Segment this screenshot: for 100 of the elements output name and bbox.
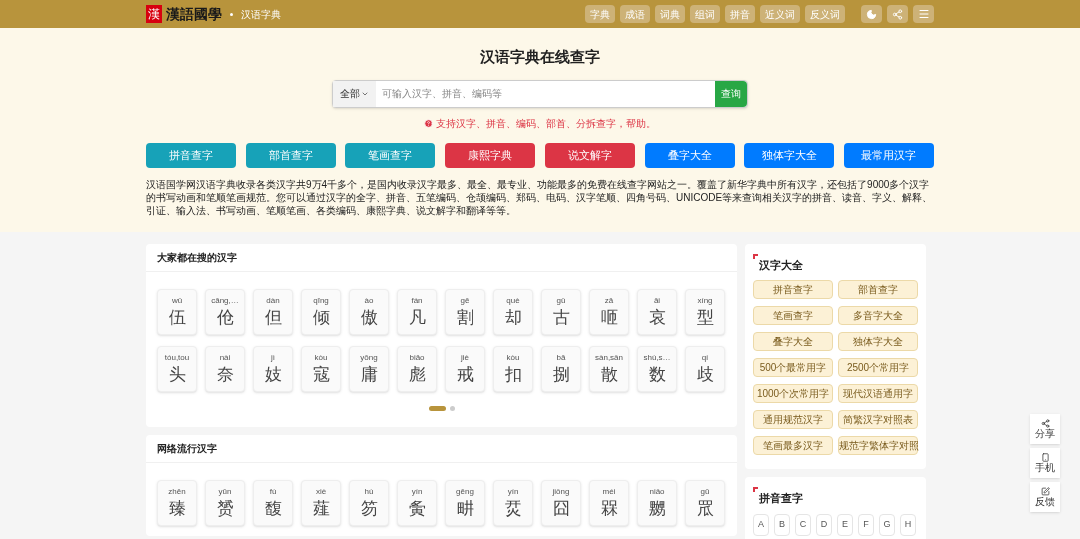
character-label: 臻	[168, 497, 186, 519]
character-tile[interactable]: tóu,tou 头	[157, 346, 197, 392]
share-button[interactable]	[887, 5, 908, 23]
character-label: 馥	[264, 497, 282, 519]
pinyin-label: yín	[411, 487, 423, 497]
sidebar-link[interactable]: 笔画查字	[753, 305, 833, 325]
character-tile[interactable]: xíng 型	[685, 289, 725, 335]
pinyin-label: āi	[653, 296, 661, 306]
character-tile[interactable]: gū 罛	[685, 480, 725, 526]
sidebar-link[interactable]: 规范字繁体字对照	[838, 435, 918, 455]
character-tile[interactable]: jiǒng 囧	[541, 480, 581, 526]
letter-button[interactable]: F	[858, 514, 874, 536]
pinyin-label: xíng	[697, 296, 713, 306]
pinyin-label: gēng	[456, 487, 474, 497]
character-tile[interactable]: yín 夤	[397, 480, 437, 526]
logo-mark[interactable]: 漢	[146, 5, 162, 23]
character-tile[interactable]: fù 馥	[253, 480, 293, 526]
character-tile[interactable]: qí 歧	[685, 346, 725, 392]
character-tile[interactable]: wǔ 伍	[157, 289, 197, 335]
character-tile[interactable]: bā 捌	[541, 346, 581, 392]
character-label: 伧	[216, 306, 234, 328]
character-label: 散	[600, 363, 618, 385]
sidebar-link[interactable]: 现代汉语通用字	[838, 383, 918, 403]
character-label: 扣	[504, 363, 522, 385]
category-button[interactable]: 叠字大全	[644, 142, 735, 168]
sidebar-link[interactable]: 叠字大全	[753, 331, 833, 351]
character-tile[interactable]: gǔ 古	[541, 289, 581, 335]
pinyin-label: méi	[602, 487, 616, 497]
character-tile[interactable]: zhēn 臻	[157, 480, 197, 526]
character-tile[interactable]: zā 咂	[589, 289, 629, 335]
character-label: 笏	[360, 497, 378, 519]
character-label: 寇	[312, 363, 330, 385]
character-tile[interactable]: qīng 倾	[301, 289, 341, 335]
sidebar-link[interactable]: 笔画最多汉字	[753, 435, 833, 455]
character-tile[interactable]: nài 奈	[205, 346, 245, 392]
side-tool-button[interactable]: 手机	[1030, 448, 1060, 478]
character-tile[interactable]: jì 妓	[253, 346, 293, 392]
character-tile[interactable]: dàn 但	[253, 289, 293, 335]
sidebar-link[interactable]: 部首查字	[838, 279, 918, 299]
search-field[interactable]: 全部 可输入汉字、拼音、编码等 查询	[332, 79, 748, 108]
letter-button[interactable]: D	[816, 514, 832, 536]
sidebar-link[interactable]: 简繁汉字对照表	[838, 409, 918, 429]
sidebar-link[interactable]: 拼音查字	[753, 279, 833, 299]
letter-button[interactable]: G	[879, 514, 895, 536]
pinyin-label: jì	[271, 353, 275, 363]
character-tile[interactable]: ào 傲	[349, 289, 389, 335]
scope-dropdown[interactable]: 全部	[333, 80, 376, 107]
letter-button[interactable]: E	[837, 514, 853, 536]
category-button[interactable]: 说文解字	[544, 142, 635, 168]
character-label: 囧	[552, 497, 570, 519]
pinyin-label: dàn	[266, 296, 280, 306]
character-tile[interactable]: gēng 畊	[445, 480, 485, 526]
letter-button[interactable]: A	[753, 514, 769, 536]
logo-text[interactable]: 漢語國學	[166, 3, 222, 25]
pinyin-label: kòu	[314, 353, 328, 363]
dark-mode-button[interactable]	[861, 5, 882, 23]
section-title: 网络流行汉字	[157, 442, 217, 456]
character-label: 嬲	[648, 497, 666, 519]
character-tile[interactable]: hù 笏	[349, 480, 389, 526]
sidebar-link[interactable]: 通用规范汉字	[753, 409, 833, 429]
character-tile[interactable]: niǎo 嬲	[637, 480, 677, 526]
character-tile[interactable]: yín 烎	[493, 480, 533, 526]
character-tile[interactable]: fán 凡	[397, 289, 437, 335]
sidebar-link[interactable]: 2500个常用字	[838, 357, 918, 377]
letter-button[interactable]: H	[900, 514, 916, 536]
side-tool-button[interactable]: 反馈	[1030, 482, 1060, 512]
pinyin-label: cāng,…	[211, 296, 239, 306]
pinyin-label: fán	[411, 296, 423, 306]
category-button[interactable]: 康熙字典	[445, 142, 536, 168]
character-tile[interactable]: kòu 扣	[493, 346, 533, 392]
sidebar-link[interactable]: 500个最常用字	[753, 357, 833, 377]
character-tile[interactable]: shù,s… 数	[637, 346, 677, 392]
character-tile[interactable]: sàn,sǎn 散	[589, 346, 629, 392]
character-label: 奈	[216, 363, 234, 385]
sidebar-title: 汉字大全	[759, 258, 803, 273]
letter-button[interactable]: B	[774, 514, 790, 536]
pinyin-label: yín	[507, 487, 519, 497]
character-tile[interactable]: āi 哀	[637, 289, 677, 335]
character-tile[interactable]: yūn 赟	[205, 480, 245, 526]
side-tool-button[interactable]: 分享	[1030, 414, 1060, 444]
character-tile[interactable]: biāo 彪	[397, 346, 437, 392]
character-label: 烎	[504, 497, 522, 519]
character-tile[interactable]: gē 割	[445, 289, 485, 335]
category-button[interactable]: 最常用汉字	[843, 142, 934, 168]
character-tile[interactable]: xiè 薤	[301, 480, 341, 526]
character-tile[interactable]: kòu 寇	[301, 346, 341, 392]
section-title: 大家都在搜的汉字	[157, 251, 237, 265]
sidebar-link[interactable]: 独体字大全	[838, 331, 918, 351]
sidebar-link[interactable]: 多音字大全	[838, 305, 918, 325]
character-tile[interactable]: yōng 庸	[349, 346, 389, 392]
character-tile[interactable]: cāng,… 伧	[205, 289, 245, 335]
character-tile[interactable]: què 却	[493, 289, 533, 335]
character-tile[interactable]: méi 槑	[589, 480, 629, 526]
menu-button[interactable]	[913, 5, 934, 23]
sidebar-link[interactable]: 1000个次常用字	[753, 383, 833, 403]
share-icon	[1040, 418, 1050, 428]
letter-button[interactable]: C	[795, 514, 811, 536]
character-label: 妓	[264, 363, 282, 385]
category-button[interactable]: 独体字大全	[744, 142, 835, 168]
character-tile[interactable]: jiè 戒	[445, 346, 485, 392]
